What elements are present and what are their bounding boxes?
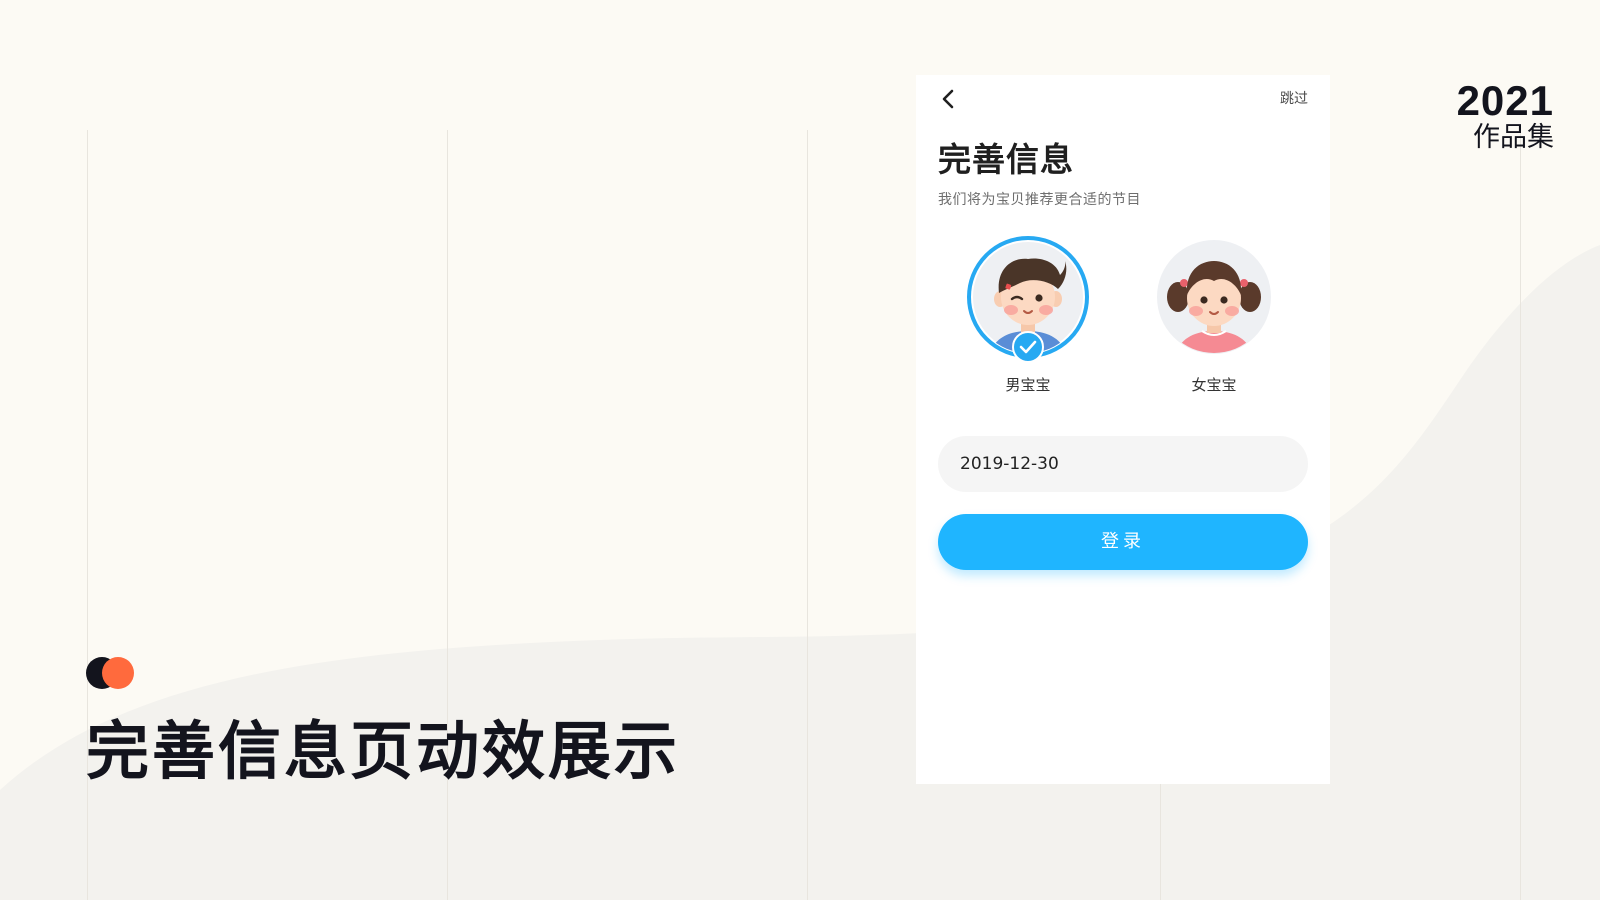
grid-line [1520,130,1521,900]
year-label: 2021 [1456,77,1554,124]
login-button[interactable]: 登录 [938,514,1308,570]
orange-dot [102,657,134,689]
portfolio-label: 作品集 [1473,122,1554,153]
phone-screen: 跳过 完善信息 我们将为宝贝推荐更合适的节目 男宝宝 女宝宝 2019-12-3… [916,75,1330,784]
showcase-title: 完善信息页动效展示 [86,715,680,788]
grid-line [807,130,808,900]
skip-button[interactable]: 跳过 [1280,88,1308,108]
girl-avatar-icon [1157,240,1271,354]
gender-option-boy[interactable]: 男宝宝 [966,235,1090,395]
boy-avatar [966,235,1090,363]
gender-label-boy: 男宝宝 [1005,376,1051,394]
check-icon [1012,331,1044,363]
birthday-input[interactable]: 2019-12-30 [938,436,1308,492]
page-title: 完善信息 [938,140,1074,179]
year-block: 2021 作品集 [1457,78,1554,154]
decorative-dots [86,657,136,689]
girl-avatar [1152,235,1276,359]
page-subtitle: 我们将为宝贝推荐更合适的节目 [938,192,1141,208]
gender-option-girl[interactable]: 女宝宝 [1152,235,1276,395]
back-arrow-icon[interactable] [936,85,964,113]
gender-label-girl: 女宝宝 [1191,376,1237,394]
